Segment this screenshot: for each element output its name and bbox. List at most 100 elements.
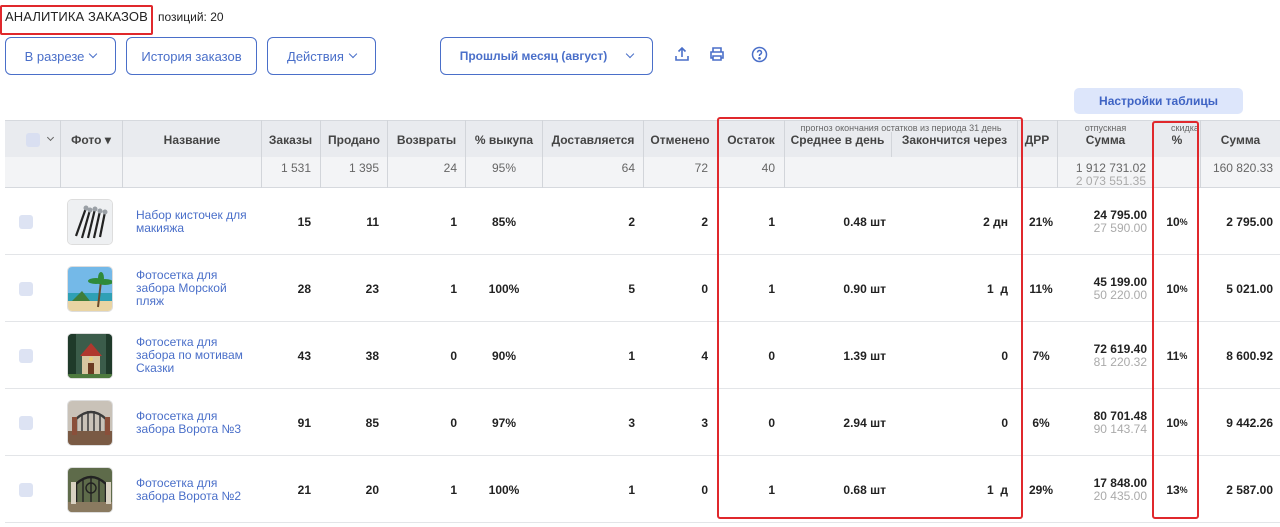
returns-value: 1 [450, 281, 457, 296]
discount-pct-number: 11 [1166, 348, 1180, 363]
avg-per-day-value: 0.90 шт [843, 281, 886, 296]
col-returns[interactable]: Возвраты [388, 121, 465, 158]
product-thumbnail[interactable] [65, 389, 115, 456]
delivering-value: 2 [628, 214, 635, 229]
breakdown-button[interactable]: В разрезе [5, 37, 116, 75]
product-name-cell[interactable]: Фотосетка для забора Ворота №3 [136, 389, 261, 456]
order-history-button[interactable]: История заказов [126, 37, 257, 75]
table-row[interactable]: Фотосетка для забора Ворота №3 91 85 0 9… [5, 389, 1280, 456]
checkbox[interactable] [19, 281, 33, 296]
actions-label: Действия [287, 48, 344, 64]
returns-value: 1 [450, 214, 457, 229]
product-thumbnail[interactable] [65, 188, 115, 255]
col-sold[interactable]: Продано [321, 121, 387, 158]
sale-sum-value: 17 848.00 [1093, 475, 1147, 490]
sold-value: 23 [365, 281, 379, 296]
sale-sum-cell: 24 795.00 27 590.00 [1058, 188, 1147, 255]
col-avg-per-day[interactable]: Среднее в день [785, 121, 890, 158]
col-stock[interactable]: Остаток [718, 121, 784, 158]
checkbox[interactable] [19, 214, 33, 229]
product-name-link[interactable]: Набор кисточек для макияжа [136, 208, 256, 235]
row-checkbox[interactable] [19, 389, 33, 456]
buyout-value: 97% [491, 415, 517, 430]
page-title: АНАЛИТИКА ЗАКАЗОВ [5, 9, 148, 24]
sale-sum-value: 24 795.00 [1093, 207, 1147, 222]
select-all-checkbox[interactable] [25, 132, 40, 147]
col-ends-in[interactable]: Закончится через [892, 121, 1017, 158]
breakdown-label: В разрезе [24, 48, 85, 64]
select-all[interactable] [19, 121, 59, 158]
actions-button[interactable]: Действия [267, 37, 376, 75]
checkbox[interactable] [19, 415, 33, 430]
col-sale-sum[interactable]: Сумма [1058, 121, 1153, 158]
ends-in-value: 2 дн [983, 214, 1008, 229]
total-sale-sum: 1 912 731.02 2 073 551.35 [1058, 157, 1146, 188]
discount-sum-value: 2 587.00 [1226, 482, 1273, 497]
product-name-link[interactable]: Фотосетка для забора Ворота №3 [136, 409, 256, 436]
col-delivering[interactable]: Доставляется [543, 121, 643, 158]
product-name-cell[interactable]: Фотосетка для забора Ворота №2 [136, 456, 261, 523]
product-name-link[interactable]: Фотосетка для забора Морской пляж [136, 269, 256, 308]
row-checkbox[interactable] [19, 322, 33, 389]
product-name-cell[interactable]: Набор кисточек для макияжа [136, 188, 261, 255]
col-discount-pct[interactable]: % [1154, 121, 1200, 158]
table-settings-button[interactable]: Настройки таблицы [1074, 88, 1243, 114]
ends-in-value: 1 д [987, 281, 1008, 296]
row-checkbox[interactable] [19, 188, 33, 255]
stock-value: 0 [768, 348, 775, 363]
column-divider [387, 120, 388, 188]
row-checkbox[interactable] [19, 456, 33, 523]
period-label: Прошлый месяц (август) [459, 49, 608, 63]
total-returns: 24 [443, 161, 457, 175]
column-divider [1017, 120, 1018, 188]
total-orders: 1 531 [280, 161, 311, 175]
avg-per-day-value: 1.39 шт [843, 348, 886, 363]
returns-value: 1 [450, 482, 457, 497]
column-divider [643, 120, 644, 188]
product-image[interactable] [67, 399, 113, 446]
period-select[interactable]: Прошлый месяц (август) [440, 37, 653, 75]
col-name[interactable]: Название [123, 121, 261, 158]
percent-sign: % [1179, 216, 1188, 227]
col-cancelled[interactable]: Отменено [644, 121, 716, 158]
product-thumbnail[interactable] [65, 456, 115, 523]
product-name-cell[interactable]: Фотосетка для забора Морской пляж [136, 255, 261, 322]
table-row[interactable]: Набор кисточек для макияжа 15 11 1 85% 2… [5, 188, 1280, 255]
col-drr[interactable]: ДРР [1018, 121, 1056, 158]
table-row[interactable]: Фотосетка для забора Ворота №2 21 20 1 1… [5, 456, 1280, 523]
product-thumbnail[interactable] [65, 255, 115, 322]
chevron-down-icon[interactable] [46, 133, 54, 142]
product-thumbnail[interactable] [65, 322, 115, 389]
product-image[interactable] [67, 332, 113, 379]
checkbox[interactable] [19, 348, 33, 363]
product-name-link[interactable]: Фотосетка для забора Ворота №2 [136, 476, 256, 503]
product-name-link[interactable]: Фотосетка для забора по мотивам Сказки [136, 336, 256, 375]
column-divider [891, 132, 892, 157]
sale-sum-full-value: 81 220.32 [1093, 354, 1147, 369]
ends-in-value: 0 [1001, 415, 1008, 430]
table-row[interactable]: Фотосетка для забора по мотивам Сказки 4… [5, 322, 1280, 389]
table-row[interactable]: Фотосетка для забора Морской пляж 28 23 … [5, 255, 1280, 322]
sale-sum-value: 80 701.48 [1093, 408, 1147, 423]
help-icon[interactable] [749, 46, 769, 68]
percent-sign: % [1179, 417, 1188, 428]
sale-sum-value: 45 199.00 [1093, 274, 1147, 289]
col-orders[interactable]: Заказы [262, 121, 319, 158]
product-image[interactable] [67, 265, 113, 312]
product-image[interactable] [67, 198, 113, 245]
col-discount-sum[interactable]: Сумма [1201, 121, 1280, 158]
checkbox[interactable] [19, 482, 33, 497]
col-photo[interactable]: Фото ▾ [60, 121, 122, 158]
product-image[interactable] [67, 466, 113, 513]
product-name-cell[interactable]: Фотосетка для забора по мотивам Сказки [136, 322, 261, 389]
delivering-value: 1 [628, 348, 635, 363]
sale-sum-cell: 80 701.48 90 143.74 [1058, 389, 1147, 456]
print-icon[interactable] [707, 46, 727, 67]
chevron-down-icon [626, 49, 635, 59]
chevron-down-icon [348, 49, 358, 59]
row-checkbox[interactable] [19, 255, 33, 322]
stock-value: 0 [768, 415, 775, 430]
sold-value: 38 [365, 348, 379, 363]
col-buyout[interactable]: % выкупа [466, 121, 542, 158]
upload-icon[interactable] [672, 46, 692, 67]
